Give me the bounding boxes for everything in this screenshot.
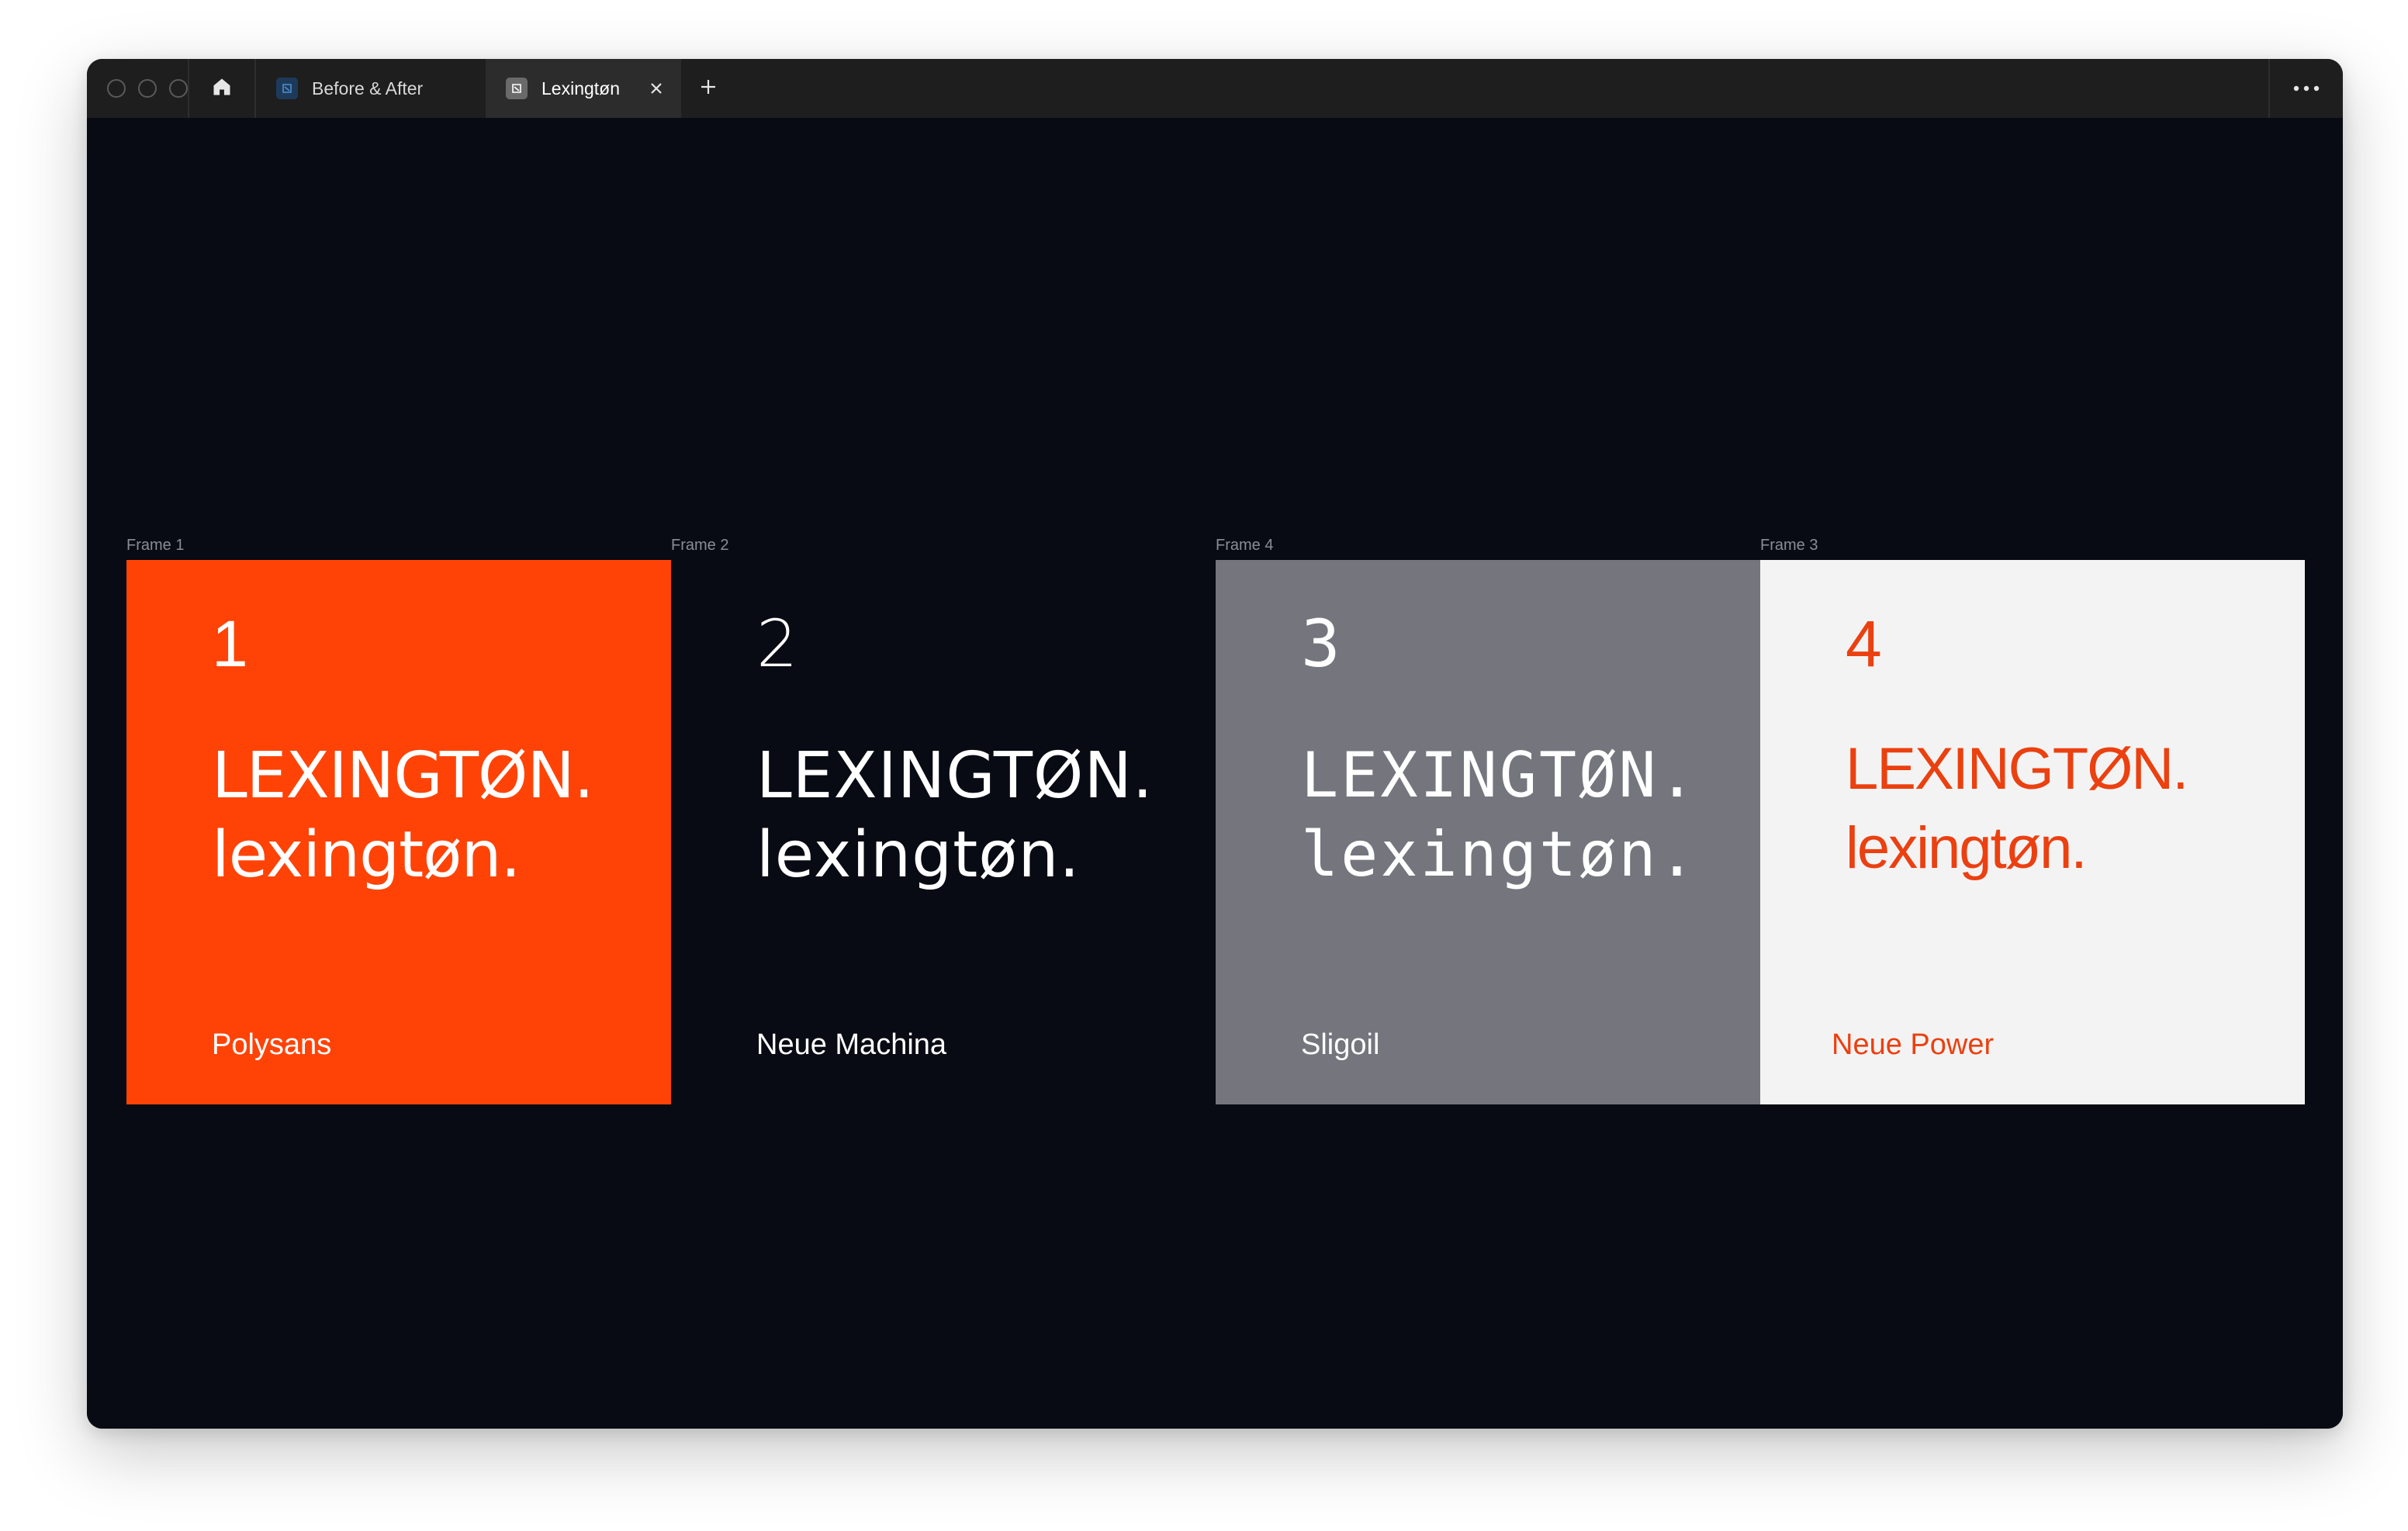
- plus-icon: [700, 78, 717, 99]
- close-icon[interactable]: [649, 81, 664, 96]
- frame-polysans[interactable]: 1 LEXINGTØN. lexingtøn. Polysans: [126, 560, 671, 1104]
- frame-number: 1: [212, 607, 248, 680]
- specimen-lowercase: lexingtøn.: [1846, 815, 2087, 881]
- minimize-window-button[interactable]: [138, 79, 157, 98]
- frame-label[interactable]: Frame 3: [1760, 537, 1818, 555]
- specimen-uppercase: LEXINGTØN.: [212, 739, 594, 813]
- frame-neue-machina[interactable]: 2 LEXINGTØN. lexingtøn. Neue Machina: [671, 560, 1216, 1104]
- specimen-uppercase: LEXINGTØN.: [1301, 739, 1698, 811]
- font-name-label: Polysans: [212, 1028, 332, 1061]
- tab-label: Before & After: [312, 78, 424, 98]
- frame-label[interactable]: Frame 1: [126, 537, 184, 555]
- specimen-uppercase: LEXINGTØN.: [756, 739, 1154, 813]
- app-window: Before & After Lexingtøn Frame 1 Frame 2…: [87, 59, 2343, 1429]
- document-icon: [276, 78, 298, 99]
- design-canvas[interactable]: Frame 1 Frame 2 Frame 4 Frame 3 1 LEXING…: [87, 118, 2343, 1429]
- specimen-uppercase: LEXINGTØN.: [1846, 736, 2188, 802]
- title-bar: Before & After Lexingtøn: [87, 59, 2343, 118]
- ellipsis-icon: [2293, 81, 2320, 95]
- frame-neue-power[interactable]: 4 LEXINGTØN. lexingtøn. Neue Power: [1760, 560, 2305, 1104]
- more-button[interactable]: [2268, 59, 2343, 118]
- zoom-window-button[interactable]: [169, 79, 188, 98]
- frame-sligoil[interactable]: 3 LEXINGTØN. lexingtøn. Sligoil: [1216, 560, 1760, 1104]
- frame-number: 4: [1846, 607, 1882, 680]
- specimen-lowercase: lexingtøn.: [212, 818, 521, 892]
- tab-label: Lexingtøn: [541, 78, 621, 98]
- home-icon: [211, 76, 233, 102]
- frame-number: 2: [756, 606, 799, 682]
- font-name-label: Sligoil: [1301, 1028, 1380, 1061]
- frame-label[interactable]: Frame 2: [671, 537, 728, 555]
- specimen-lowercase: lexingtøn.: [756, 818, 1081, 892]
- window-controls: [87, 59, 188, 118]
- tab-before-after[interactable]: Before & After: [256, 59, 486, 118]
- home-button[interactable]: [189, 59, 254, 118]
- document-icon: [506, 78, 528, 99]
- font-name-label: Neue Machina: [756, 1028, 947, 1061]
- font-name-label: Neue Power: [1832, 1028, 1995, 1061]
- frame-label[interactable]: Frame 4: [1216, 537, 1273, 555]
- new-tab-button[interactable]: [681, 59, 735, 118]
- tab-lexington[interactable]: Lexingtøn: [486, 59, 681, 118]
- close-window-button[interactable]: [107, 79, 126, 98]
- specimen-lowercase: lexingtøn.: [1301, 818, 1698, 890]
- frame-number: 3: [1301, 606, 1341, 682]
